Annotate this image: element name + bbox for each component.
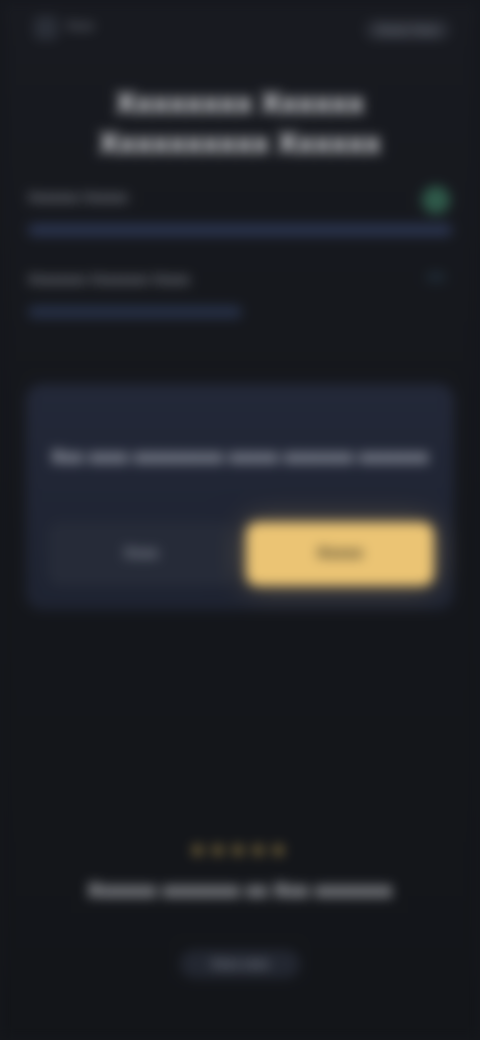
- top-bar: Xxxx Xxxxx Xxxx: [0, 0, 480, 56]
- card-message: Xxx xxxx xxxxxxxxx xxxxx xxxxxxx xxxxxxx: [51, 447, 429, 467]
- page-title: Xxxxxxxx Xxxxxx Xxxxxxxxxx Xxxxxx: [99, 87, 381, 160]
- bottom-title: Xxxxxx xxxxxxx xx Xxx xxxxxxx: [87, 880, 393, 902]
- secondary-button[interactable]: Xxxx: [48, 522, 234, 586]
- info-row: Xxxxxxx Xxxxxx: [28, 188, 452, 236]
- app-screen: Xxxx Xxxxx Xxxx Xxxxxxxx Xxxxxx Xxxxxxxx…: [0, 0, 480, 1040]
- app-name: Xxxx: [66, 18, 95, 33]
- info-row-value: [28, 224, 452, 236]
- rating-stars: ★★★★★: [189, 840, 291, 860]
- primary-button[interactable]: Xxxxx: [246, 522, 434, 586]
- app-logo-icon: [34, 16, 58, 40]
- bottom-link-button[interactable]: Xxxx xxxx: [180, 950, 300, 978]
- top-action-button[interactable]: Xxxxx Xxxx: [364, 20, 450, 40]
- status-badge: [422, 186, 450, 214]
- info-row: Xxxxxxxx Xxxxxxxx Xxxxx: [28, 270, 452, 318]
- info-row-label: Xxxxxxx Xxxxxx: [28, 189, 128, 205]
- info-row-label: Xxxxxxxx Xxxxxxxx Xxxxx: [28, 271, 190, 287]
- prompt-card: Xxx xxxx xxxxxxxxx xxxxx xxxxxxx xxxxxxx…: [26, 384, 454, 610]
- small-indicator: [426, 272, 446, 282]
- info-row-value: [28, 306, 242, 318]
